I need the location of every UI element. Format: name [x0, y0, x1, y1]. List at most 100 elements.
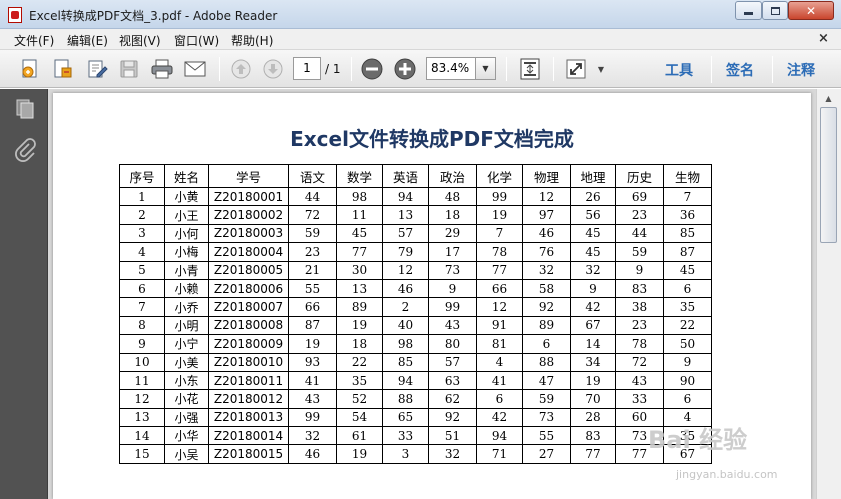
table-cell: 11 — [119, 370, 165, 391]
next-page-button[interactable] — [260, 56, 286, 82]
table-cell: 94 — [476, 426, 523, 446]
table-cell: 23 — [288, 242, 337, 262]
page-thumbnails-button[interactable] — [12, 95, 38, 121]
print-button[interactable] — [149, 56, 175, 82]
close-window-button[interactable]: ✕ — [788, 1, 834, 20]
table-cell: 59 — [615, 242, 664, 262]
table-cell: 93 — [288, 352, 337, 372]
table-cell: 99 — [476, 186, 523, 207]
column-header: 生物 — [663, 164, 712, 188]
table-cell: 32 — [570, 260, 616, 280]
table-cell: 6 — [663, 278, 712, 299]
table-cell: 59 — [522, 389, 571, 409]
watermark-url: jingyan.baidu.com — [676, 468, 778, 481]
table-cell: 2 — [119, 205, 165, 225]
edit-document-icon — [88, 60, 108, 78]
table-cell: 4 — [476, 352, 523, 372]
table-cell: 小东 — [164, 370, 209, 391]
column-header: 英语 — [382, 164, 429, 188]
table-cell: 38 — [615, 297, 664, 317]
edit-document-button[interactable] — [84, 56, 110, 82]
table-cell: 33 — [615, 389, 664, 409]
table-cell: 42 — [476, 407, 523, 428]
table-cell: 小美 — [164, 352, 209, 372]
table-cell: 43 — [288, 389, 337, 409]
table-cell: 9 — [119, 334, 165, 354]
table-cell: 85 — [663, 223, 712, 244]
table-cell: 小宁 — [164, 334, 209, 354]
column-header: 物理 — [522, 164, 571, 188]
table-row: 11 小东 Z20180011 41 35 94 63 41 47 19 43 90 — [119, 370, 712, 391]
table-cell: Z20180004 — [208, 242, 289, 262]
table-cell: 76 — [522, 242, 571, 262]
menu-file[interactable]: 文件(F) — [14, 32, 54, 49]
menu-window[interactable]: 窗口(W) — [174, 32, 219, 49]
table-cell: 11 — [336, 205, 383, 225]
table-cell: 55 — [522, 426, 571, 446]
table-cell: 87 — [288, 315, 337, 336]
table-cell: 12 — [476, 297, 523, 317]
sign-button[interactable]: 签名 — [726, 60, 754, 80]
email-button[interactable] — [182, 56, 208, 82]
table-cell: 48 — [428, 186, 477, 207]
page-down-icon — [263, 59, 283, 79]
save-button[interactable] — [116, 56, 142, 82]
table-cell: 83 — [615, 278, 664, 299]
menu-edit[interactable]: 编辑(E) — [67, 32, 108, 49]
navigation-pane — [0, 89, 48, 499]
menu-view[interactable]: 视图(V) — [119, 32, 161, 49]
table-cell: 小王 — [164, 205, 209, 225]
table-cell: Z20180006 — [208, 278, 289, 299]
table-cell: 23 — [615, 315, 664, 336]
watermark-logo: Bai 经验 — [648, 426, 748, 454]
table-cell: 94 — [382, 186, 429, 207]
table-cell: 56 — [570, 205, 616, 225]
maximize-button[interactable] — [762, 1, 788, 20]
zoom-out-button[interactable] — [359, 56, 385, 82]
table-cell: 92 — [522, 297, 571, 317]
table-cell: 14 — [119, 426, 165, 446]
zoom-in-button[interactable] — [392, 56, 418, 82]
column-header: 学号 — [208, 164, 289, 188]
comment-button[interactable]: 注释 — [787, 60, 815, 80]
tools-button[interactable]: 工具 — [665, 60, 693, 80]
fit-page-button[interactable] — [517, 56, 543, 82]
fullscreen-button[interactable] — [563, 56, 589, 82]
table-row: 15 小吴 Z20180015 46 19 3 32 71 27 77 77 67 — [119, 444, 712, 464]
table-cell: 27 — [522, 444, 571, 464]
pages-icon — [16, 99, 34, 119]
table-cell: 32 — [428, 444, 477, 464]
vertical-scrollbar[interactable]: ▲ — [816, 89, 841, 499]
table-cell: 69 — [615, 186, 664, 207]
close-document-button[interactable]: × — [818, 31, 829, 46]
previous-page-button[interactable] — [228, 56, 254, 82]
table-row: 13 小强 Z20180013 99 54 65 92 42 73 28 60 4 — [119, 407, 712, 428]
table-cell: 3 — [119, 223, 165, 244]
table-cell: 13 — [336, 278, 383, 299]
table-cell: Z20180008 — [208, 315, 289, 336]
table-row: 6 小赖 Z20180006 55 13 46 9 66 58 9 83 6 — [119, 278, 712, 299]
table-cell: Z20180014 — [208, 426, 289, 446]
window-title: Excel转换成PDF文档_3.pdf - Adobe Reader — [29, 9, 278, 23]
zoom-level-input[interactable]: 83.4% — [426, 57, 476, 80]
save-icon — [120, 60, 138, 78]
attachments-button[interactable] — [12, 137, 38, 163]
table-cell: 89 — [522, 315, 571, 336]
table-cell: 71 — [476, 444, 523, 464]
scrollbar-thumb[interactable] — [820, 107, 837, 243]
table-cell: 9 — [663, 352, 712, 372]
table-cell: 89 — [336, 297, 383, 317]
collaborate-button[interactable] — [50, 56, 76, 82]
page-number-input[interactable]: 1 — [293, 57, 321, 80]
zoom-dropdown-button[interactable]: ▼ — [475, 57, 496, 80]
table-cell: 26 — [570, 186, 616, 207]
table-cell: 2 — [382, 297, 429, 317]
toolbar-options-button[interactable]: ▼ — [594, 56, 608, 82]
table-cell: 45 — [570, 242, 616, 262]
table-row: 3 小何 Z20180003 59 45 57 29 7 46 45 44 85 — [119, 223, 712, 244]
minimize-button[interactable] — [735, 1, 762, 20]
table-cell: 85 — [382, 352, 429, 372]
menu-help[interactable]: 帮助(H) — [231, 32, 273, 49]
scroll-up-button[interactable]: ▲ — [820, 91, 837, 106]
create-pdf-button[interactable] — [18, 56, 44, 82]
